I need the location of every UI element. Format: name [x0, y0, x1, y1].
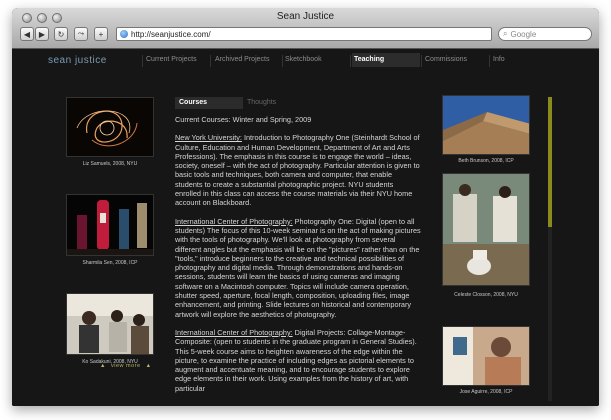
url-field[interactable]: http://seanjustice.com/ [116, 27, 492, 41]
photo-caption: Jose Aguirre, 2008, ICP [459, 389, 513, 395]
student-photo-bathroom[interactable] [442, 173, 530, 286]
browser-window: Sean Justice ◀ ▶ ↻ ⤳ + http://seanjustic… [12, 8, 599, 406]
nav-teaching[interactable]: Teaching [354, 56, 384, 63]
add-bookmark-button[interactable]: + [94, 27, 108, 41]
back-arrow-icon: ◀ [23, 29, 31, 39]
nav-divider [210, 55, 211, 67]
reload-button[interactable]: ↻ [54, 27, 68, 41]
view-more-link[interactable]: ▲ view more ▲ [100, 363, 152, 369]
nav-sketchbook[interactable]: Sketchbook [285, 56, 322, 63]
arrow-right-icon: ▲ [145, 363, 152, 369]
arrow-left-icon: ▲ [100, 363, 106, 369]
scrollbar[interactable] [548, 97, 552, 401]
photo-caption: Celeste Closson, 2008, NYU [454, 292, 518, 298]
nav-archived-projects[interactable]: Archived Projects [215, 56, 269, 63]
nyu-description: Introduction to Photography One (Steinha… [175, 133, 420, 208]
window-title: Sean Justice [276, 11, 335, 22]
current-courses-heading: Current Courses: Winter and Spring, 2009 [175, 115, 312, 124]
site-title[interactable]: sean justice [48, 55, 107, 66]
student-photo-bottles[interactable] [66, 194, 154, 256]
photo-caption: Liz Samuels, 2008, NYU [82, 161, 138, 167]
course-icp-projects-paragraph: International Center of Photography: Dig… [175, 328, 421, 393]
title-bar: Sean Justice ◀ ▶ ↻ ⤳ + http://seanjustic… [12, 8, 599, 49]
search-placeholder: Google [510, 29, 537, 39]
nav-divider [489, 55, 490, 67]
courses-content: Current Courses: Winter and Spring, 2009… [175, 115, 421, 406]
scrollbar-thumb[interactable] [548, 97, 552, 227]
student-photo-light-drawing[interactable] [66, 97, 154, 157]
nav-divider [142, 55, 143, 67]
nyu-link[interactable]: New York University: [175, 133, 242, 142]
search-field[interactable]: ⌕ Google [498, 27, 592, 41]
forward-arrow-icon: ▶ [38, 29, 46, 39]
plus-icon: + [98, 29, 104, 39]
photo-caption: Sharmila Sen, 2008, ICP [82, 260, 138, 266]
content-tabs: Courses Thoughts [175, 97, 280, 109]
student-photo-people[interactable] [66, 293, 154, 355]
forward-button[interactable]: ▶ [35, 27, 49, 41]
nav-divider [350, 55, 351, 67]
snapback-icon: ⤳ [77, 29, 85, 38]
icp-digital-description: Photography One: Digital (open to all st… [175, 216, 421, 319]
nav-divider [421, 55, 422, 67]
reload-icon: ↻ [57, 29, 65, 39]
url-text: http://seanjustice.com/ [131, 29, 211, 39]
bathroom-image [443, 174, 529, 285]
course-icp-digital-paragraph: International Center of Photography: Pho… [175, 217, 421, 319]
nav-commissions[interactable]: Commissions [425, 56, 467, 63]
snapback-button[interactable]: ⤳ [74, 27, 88, 41]
view-more-label: view more [110, 363, 141, 369]
icp-link[interactable]: International Center of Photography: [175, 217, 293, 226]
nav-divider [282, 55, 283, 67]
icp-projects-description: Digital Projects: Collage-Montage-Compos… [175, 327, 417, 393]
tab-courses[interactable]: Courses [175, 97, 243, 109]
icp-link[interactable]: International Center of Photography: [175, 328, 293, 337]
light-drawing-image [67, 98, 153, 156]
back-button[interactable]: ◀ [20, 27, 34, 41]
web-page: sean justice Current Projects Archived P… [12, 49, 599, 406]
workspace-image [443, 327, 529, 385]
student-photo-workspace[interactable] [442, 326, 530, 386]
nav-current-projects[interactable]: Current Projects [146, 56, 197, 63]
bottles-image [67, 195, 153, 255]
photo-caption: Beth Brunson, 2008, ICP [458, 158, 514, 164]
globe-icon [120, 30, 128, 38]
nav-info[interactable]: Info [493, 56, 505, 63]
people-image [67, 294, 153, 354]
course-nyu-paragraph: New York University: Introduction to Pho… [175, 133, 421, 207]
building-image [443, 96, 529, 154]
search-icon: ⌕ [503, 29, 508, 38]
tab-thoughts[interactable]: Thoughts [243, 97, 280, 109]
student-photo-building[interactable] [442, 95, 530, 155]
